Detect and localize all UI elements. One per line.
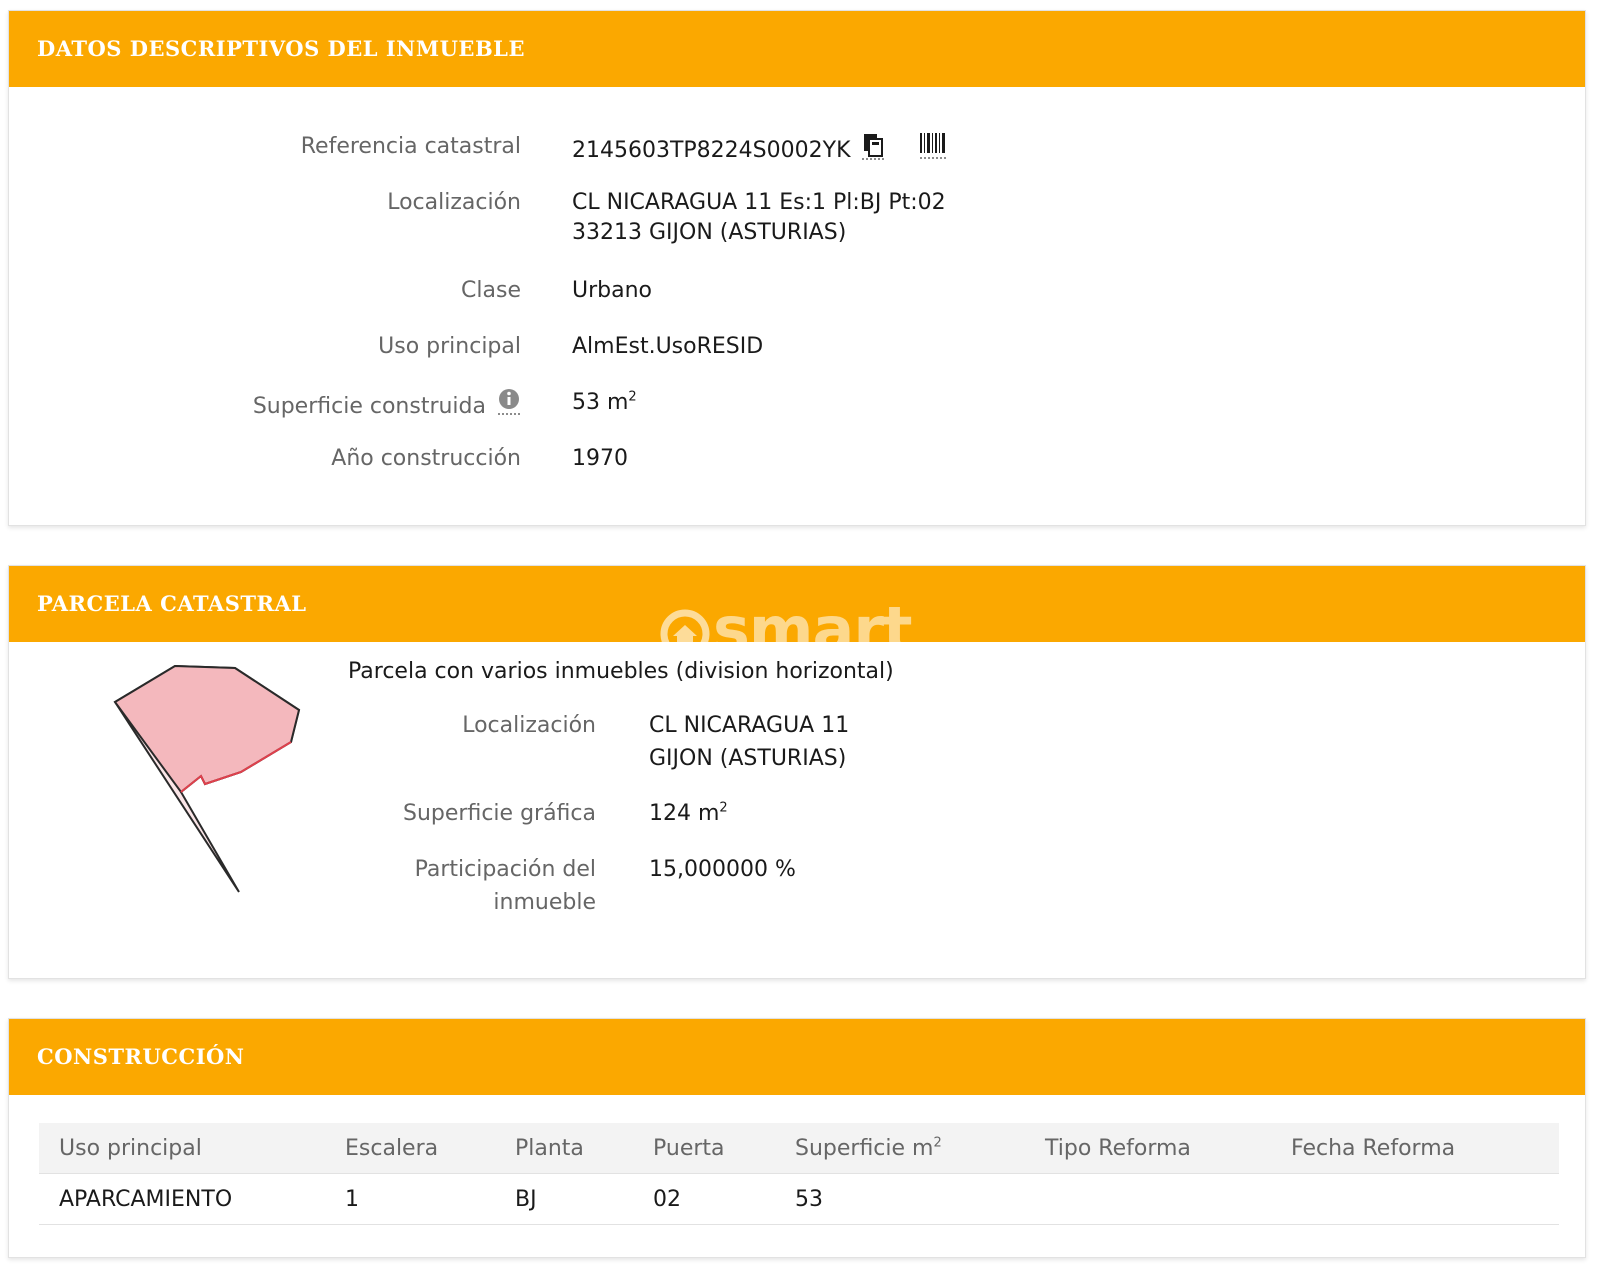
referencia-label: Referencia catastral — [300, 134, 521, 159]
superficie-grafica-label: Superficie gráfica — [403, 801, 596, 826]
cell-uso-principal: APARCAMIENTO — [39, 1173, 325, 1225]
datos-descriptivos-header: DATOS DESCRIPTIVOS DEL INMUEBLE — [9, 11, 1585, 87]
col-superficie-text: Superficie m — [795, 1135, 934, 1161]
cell-tipo-reforma — [1025, 1173, 1271, 1225]
info-icon[interactable] — [497, 387, 521, 427]
parcela-catastral-panel: PARCELA CATASTRAL smart Parcela con vari… — [8, 565, 1586, 979]
cell-escalera: 1 — [325, 1173, 495, 1225]
participacion-label-line2: inmueble — [493, 890, 596, 915]
participacion-label-line1: Participación del — [414, 857, 596, 882]
cell-puerta: 02 — [633, 1173, 775, 1225]
col-fecha-reforma: Fecha Reforma — [1271, 1123, 1559, 1174]
superficie-grafica-value: 124 m2 — [649, 798, 728, 830]
col-escalera: Escalera — [325, 1123, 495, 1174]
home-icon — [660, 609, 710, 642]
barcode-icon[interactable] — [919, 131, 947, 171]
parcela-catastral-header: PARCELA CATASTRAL smart — [9, 566, 1585, 642]
localizacion-label: Localización — [387, 190, 521, 215]
smart-watermark: smart — [659, 592, 913, 642]
parcela-localizacion-line2: GIJON (ASTURIAS) — [649, 746, 847, 771]
parcela-subtitle: Parcela con varios inmuebles (division h… — [348, 659, 894, 684]
construccion-panel: CONSTRUCCIÓN Uso principal Escalera Plan… — [8, 1018, 1586, 1258]
referencia-value: 2145603TP8224S0002YK — [572, 138, 851, 163]
superficie-unit-exponent: 2 — [628, 389, 637, 405]
clase-value: Urbano — [572, 278, 652, 303]
superficie-construida-value: 53 m2 — [572, 387, 637, 419]
col-uso-principal: Uso principal — [39, 1123, 325, 1174]
uso-principal-value: AlmEst.UsoRESID — [572, 334, 764, 359]
superficie-construida-label: Superficie construida — [252, 394, 486, 419]
parcel-plan-image[interactable] — [109, 662, 309, 898]
cell-fecha-reforma — [1271, 1173, 1559, 1225]
col-superficie: Superficie m2 — [775, 1123, 1025, 1174]
construccion-table: Uso principal Escalera Planta Puerta Sup… — [39, 1123, 1559, 1225]
superficie-construida-number: 53 m — [572, 390, 629, 415]
construccion-header: CONSTRUCCIÓN — [9, 1019, 1585, 1095]
construccion-title: CONSTRUCCIÓN — [37, 1044, 245, 1069]
datos-descriptivos-panel: DATOS DESCRIPTIVOS DEL INMUEBLE Referenc… — [8, 10, 1586, 526]
copy-icon[interactable] — [860, 131, 886, 171]
table-header-row: Uso principal Escalera Planta Puerta Sup… — [39, 1123, 1559, 1174]
localizacion-line1: CL NICARAGUA 11 Es:1 Pl:BJ Pt:02 — [572, 190, 946, 215]
clase-label: Clase — [461, 278, 521, 303]
uso-principal-label: Uso principal — [378, 334, 521, 359]
col-planta: Planta — [495, 1123, 633, 1174]
watermark-text: smart — [713, 593, 913, 642]
participacion-value: 15,000000 % — [649, 857, 796, 882]
cell-superficie: 53 — [775, 1173, 1025, 1225]
localizacion-line2: 33213 GIJON (ASTURIAS) — [572, 220, 847, 245]
parcela-localizacion-line1: CL NICARAGUA 11 — [649, 713, 850, 738]
anio-construccion-value: 1970 — [572, 446, 628, 471]
referencia-value-row: 2145603TP8224S0002YK — [572, 131, 947, 171]
superficie-construida-label-row: Superficie construida — [69, 387, 521, 427]
anio-construccion-label: Año construcción — [331, 446, 521, 471]
cell-planta: BJ — [495, 1173, 633, 1225]
parcela-localizacion-label: Localización — [462, 713, 596, 738]
col-superficie-exponent: 2 — [933, 1135, 942, 1151]
col-tipo-reforma: Tipo Reforma — [1025, 1123, 1271, 1174]
table-row: APARCAMIENTO 1 BJ 02 53 — [39, 1173, 1559, 1225]
col-puerta: Puerta — [633, 1123, 775, 1174]
parcela-catastral-title: PARCELA CATASTRAL — [37, 591, 307, 616]
superficie-grafica-exponent: 2 — [719, 800, 728, 816]
superficie-grafica-number: 124 m — [649, 801, 720, 826]
datos-descriptivos-title: DATOS DESCRIPTIVOS DEL INMUEBLE — [37, 36, 525, 61]
